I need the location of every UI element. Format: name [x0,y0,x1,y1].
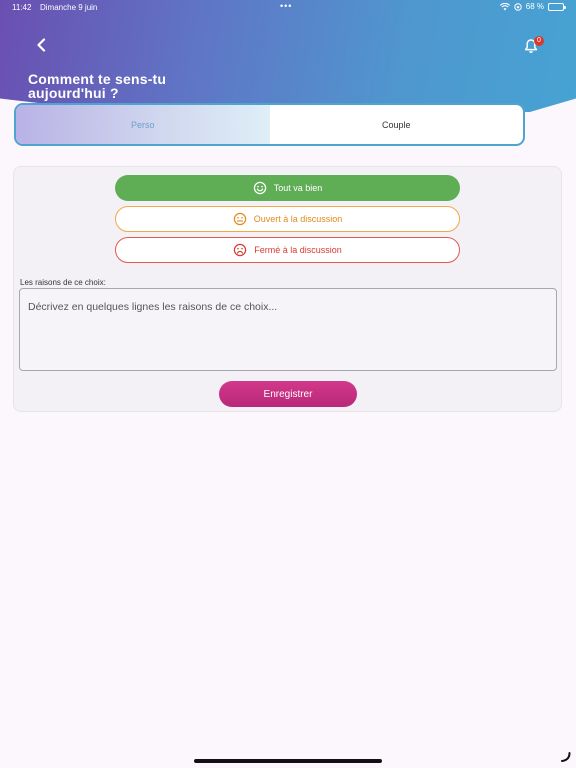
wifi-icon [499,2,510,11]
battery-percent: 68 % [525,2,544,11]
page-title-line1: Comment te sens-tu [28,71,167,87]
reasons-label: Les raisons de ce choix: [20,278,106,287]
multitask-dots[interactable]: ••• [280,1,292,11]
battery-icon [548,2,566,11]
mood-open-button[interactable]: Ouvert à la discussion [115,206,460,232]
tab-couple[interactable]: Couple [270,105,524,144]
save-button[interactable]: Enregistrer [219,381,357,407]
notification-badge: 0 [534,36,544,46]
profile-segmented-control: Perso Couple [14,103,525,146]
mood-good-button[interactable]: Tout va bien [115,175,460,201]
sad-face-icon [234,243,247,257]
neutral-face-icon [233,212,246,226]
smile-icon [253,181,266,195]
status-indicators: 68 % [499,2,566,11]
corner-handle-icon [561,752,571,762]
reasons-textarea[interactable] [19,288,557,371]
back-button[interactable] [30,34,52,56]
page-title-line2: aujourd'hui ? [28,85,119,101]
mood-closed-label: Fermé à la discussion [254,245,342,255]
mood-good-label: Tout va bien [273,183,323,193]
notifications-button[interactable]: 0 [524,36,544,58]
status-bar: 11:42 Dimanche 9 juin ••• 68 % [0,0,576,16]
chevron-left-icon [37,38,46,52]
page-title: Comment te sens-tu aujourd'hui ? [28,72,248,100]
orientation-lock-icon [514,2,522,11]
status-time: 11:42 [12,3,32,12]
mood-closed-button[interactable]: Fermé à la discussion [115,237,460,263]
status-date: Dimanche 9 juin [40,3,98,12]
mood-open-label: Ouvert à la discussion [253,214,343,224]
home-indicator[interactable] [194,759,382,763]
tab-perso[interactable]: Perso [16,105,270,144]
